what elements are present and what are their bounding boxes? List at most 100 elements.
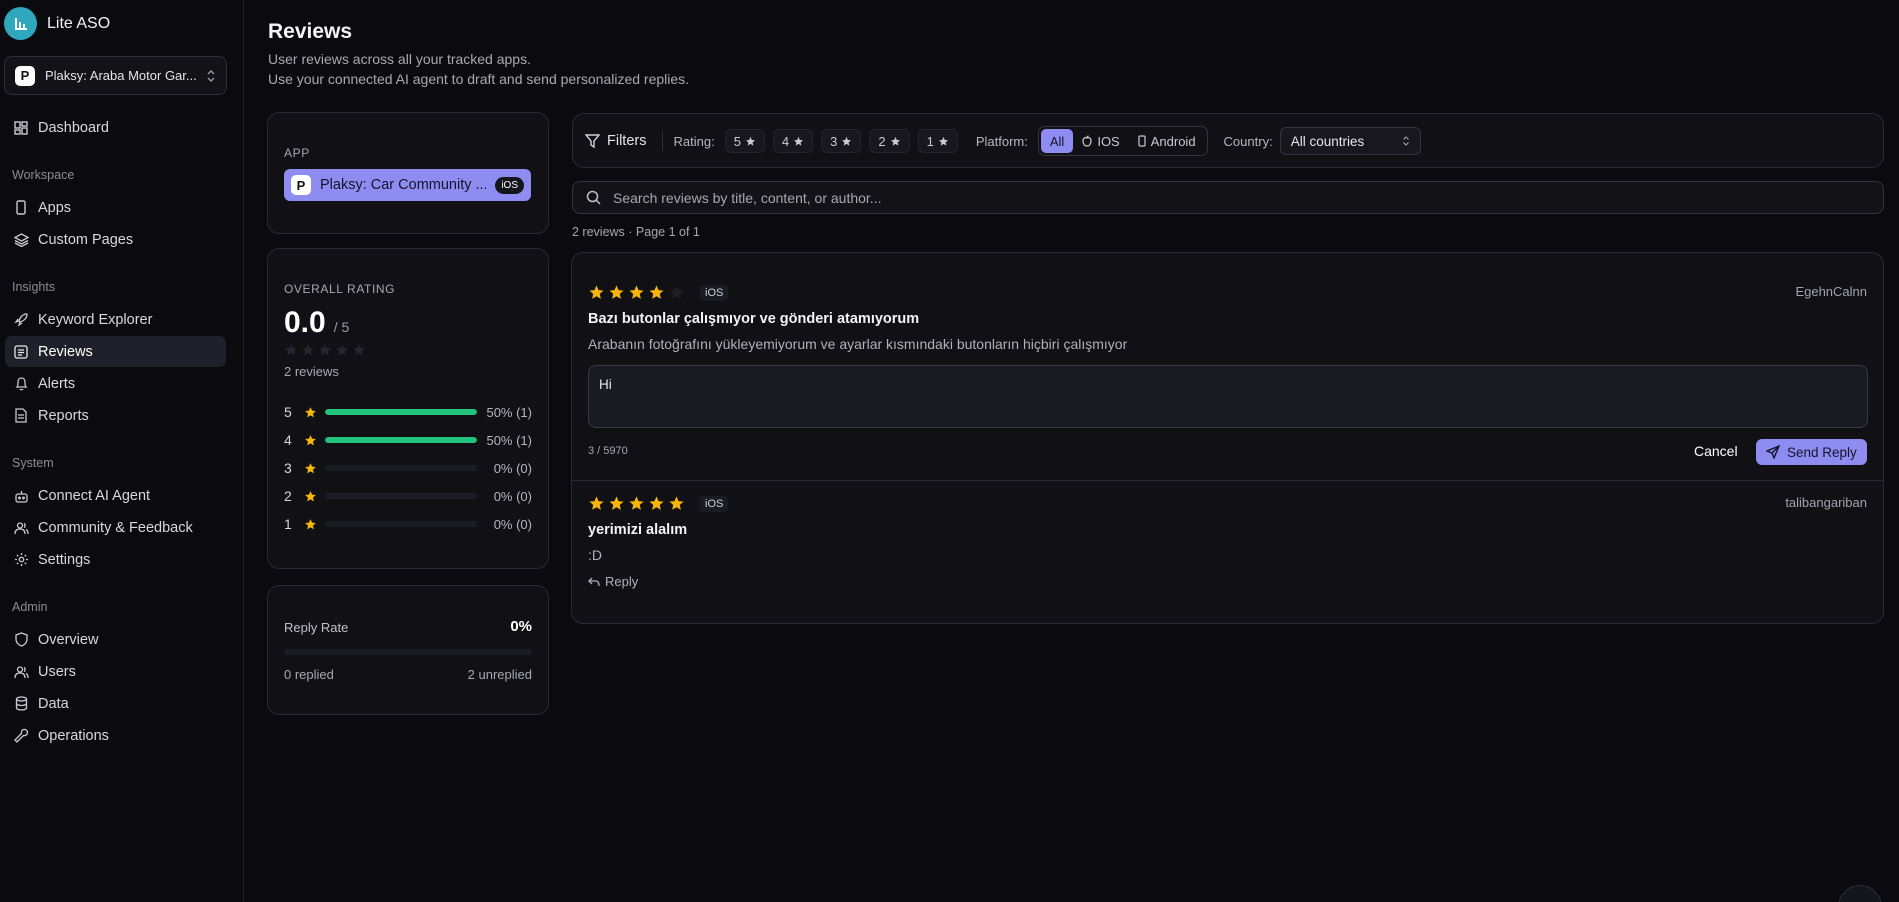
star-icon [609, 496, 624, 510]
review-count: 2 reviews [284, 364, 339, 379]
rating-distribution-row: 5 50% (1) [284, 403, 532, 421]
star-icon [890, 136, 900, 146]
review-title: Bazı butonlar çalışmıyor ve gönderi atam… [588, 311, 920, 327]
rating-distribution-row: 3 0% (0) [284, 459, 532, 477]
sidebar-item-reports[interactable]: Reports [5, 400, 226, 431]
reply-arrow-icon [588, 577, 600, 587]
app-switcher[interactable]: P Plaksy: Araba Motor Gar... [4, 56, 227, 95]
star-empty-icon [302, 344, 314, 356]
distribution-percent: 0% (0) [493, 516, 532, 532]
search-input[interactable] [613, 189, 1813, 206]
review-body: :D [588, 547, 602, 563]
star-icon [304, 406, 317, 419]
help-fab[interactable] [1838, 885, 1882, 902]
rating-value: 0.0 [284, 306, 326, 339]
reply-rate-bar [284, 649, 532, 655]
platform-android-button[interactable]: Android [1129, 129, 1205, 153]
send-reply-button[interactable]: Send Reply [1756, 439, 1867, 465]
sidebar-item-label: Connect AI Agent [38, 487, 151, 504]
sidebar-item-custom-pages[interactable]: Custom Pages [5, 224, 226, 255]
star-icon [304, 518, 317, 531]
rocket-icon [13, 312, 29, 328]
star-empty-icon [353, 344, 365, 356]
sidebar-item-apps[interactable]: Apps [5, 192, 226, 223]
star-icon [842, 136, 852, 146]
reply-textarea[interactable] [588, 365, 1868, 428]
sidebar-item-alerts[interactable]: Alerts [5, 368, 226, 399]
sidebar-item-community-feedback[interactable]: Community & Feedback [5, 512, 226, 543]
platform-all-button[interactable]: All [1040, 129, 1074, 153]
sidebar-item-settings[interactable]: Settings [5, 544, 226, 575]
gear-icon [13, 552, 29, 568]
sidebar-item-label: Apps [38, 199, 72, 216]
distribution-star-number: 4 [284, 432, 292, 448]
sidebar-item-label: Settings [38, 551, 91, 568]
sidebar-item-label: Keyword Explorer [38, 311, 153, 328]
sidebar-item-overview[interactable]: Overview [5, 624, 226, 655]
file-icon [13, 408, 29, 424]
chevron-up-down-icon [1402, 135, 1410, 147]
star-icon [305, 490, 316, 501]
app-selector-chip[interactable]: P Plaksy: Car Community ... iOS [284, 169, 531, 201]
sidebar-item-label: Custom Pages [38, 231, 134, 248]
distribution-bar-fill [325, 409, 477, 415]
rating-distribution-row: 4 50% (1) [284, 431, 532, 449]
rating-filter-2[interactable]: 2 [869, 129, 910, 153]
phone-icon [1138, 135, 1146, 147]
rating-filter-3[interactable]: 3 [821, 129, 862, 153]
sidebar-item-operations[interactable]: Operations [5, 720, 226, 751]
rating-filter-1[interactable]: 1 [917, 129, 958, 153]
shield-icon [13, 632, 29, 648]
brand[interactable]: Lite ASO [4, 7, 110, 40]
sidebar-item-users[interactable]: Users [5, 656, 226, 687]
star-icon [938, 136, 948, 146]
platform-tag: iOS [700, 495, 729, 512]
sidebar-item-label: Overview [38, 631, 99, 648]
sidebar-item-reviews[interactable]: Reviews [5, 336, 226, 367]
review-stars: iOS [588, 284, 729, 301]
message-square-icon [13, 344, 29, 360]
cancel-button[interactable]: Cancel [1694, 443, 1738, 459]
star-icon [669, 496, 684, 510]
country-select[interactable]: All countries [1279, 127, 1421, 155]
bot-icon [13, 488, 29, 504]
sidebar-item-dashboard[interactable]: Dashboard [5, 112, 226, 143]
distribution-bar-fill [325, 437, 477, 443]
rating-filter-4[interactable]: 4 [772, 129, 814, 153]
distribution-percent: 50% (1) [486, 404, 532, 420]
rating-filter-5[interactable]: 5 [724, 129, 765, 153]
char-counter: 3 / 5970 [588, 445, 628, 457]
rating-filter-value: 5 [733, 133, 741, 149]
platform-filter-label: Platform: [975, 133, 1028, 149]
distribution-star-number: 2 [284, 488, 292, 504]
star-icon [794, 136, 804, 146]
rating-distribution-row: 2 0% (0) [284, 487, 532, 505]
star-icon [305, 434, 316, 445]
platform-ios-button[interactable]: IOS [1073, 129, 1128, 153]
reply-rate-card: Reply Rate 0% 0 replied 2 unreplied [267, 585, 549, 715]
sidebar-item-keyword-explorer[interactable]: Keyword Explorer [5, 304, 226, 335]
sidebar-item-label: Data [38, 695, 69, 712]
platform-label: Android [1150, 133, 1196, 149]
rating-card: OVERALL RATING 0.0 / 5 2 reviews 5 50% (1… [267, 248, 549, 569]
filters-button[interactable]: Filters [585, 133, 646, 149]
country-value: All countries [1290, 133, 1365, 149]
star-icon [745, 136, 756, 146]
section-admin: Admin [12, 600, 48, 614]
search-icon [586, 190, 601, 205]
sidebar-item-connect-ai-agent[interactable]: Connect AI Agent [5, 480, 226, 511]
brand-name: Lite ASO [47, 14, 111, 32]
sidebar-item-data[interactable]: Data [5, 688, 226, 719]
section-system: System [12, 456, 54, 470]
review-author: EgehnCalnn [1795, 284, 1867, 299]
star-empty-icon [336, 344, 348, 356]
star-icon [629, 285, 644, 299]
database-icon [13, 696, 29, 712]
reply-button[interactable]: Reply [588, 574, 638, 589]
sidebar-item-label: Alerts [38, 375, 76, 392]
search-bar [572, 181, 1884, 214]
bell-icon [13, 376, 29, 392]
filter-bar: Filters Rating: 5 4 3 2 1 Platform: All IOS … [572, 113, 1884, 168]
app-switcher-name: Plaksy: Araba Motor Gar... [45, 68, 196, 83]
platform-tag: iOS [700, 284, 729, 301]
